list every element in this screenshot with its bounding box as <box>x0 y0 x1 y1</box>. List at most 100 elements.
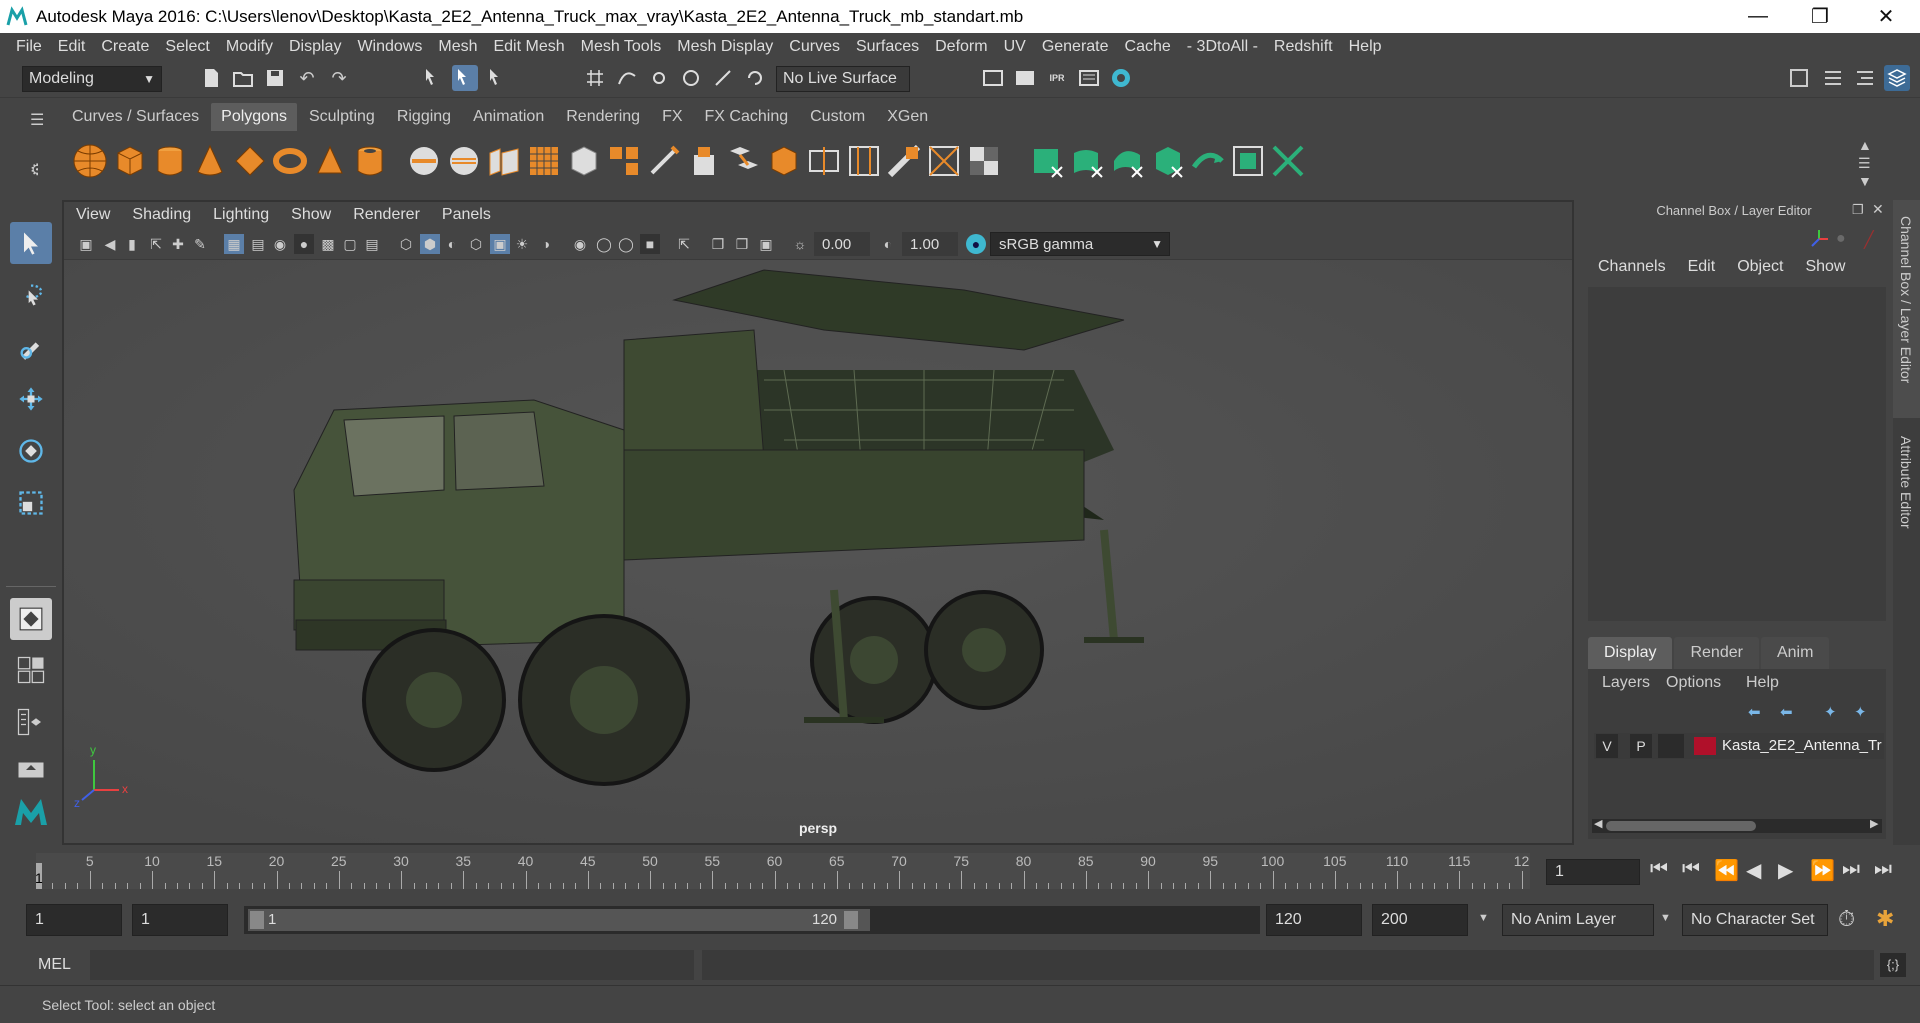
grid-toggle-icon[interactable]: ▦ <box>224 234 244 254</box>
viewport-menu-show[interactable]: Show <box>291 206 331 224</box>
uv-editor-icon[interactable] <box>1228 141 1268 181</box>
animation-end-field[interactable]: 200 <box>1372 904 1468 936</box>
bridge-icon[interactable] <box>724 141 764 181</box>
step-forward-frame-icon[interactable]: ⏭ <box>1842 858 1866 883</box>
close-icon[interactable]: ✕ <box>1858 0 1914 33</box>
view-transform-dropdown[interactable]: sRGB gamma ▼ <box>990 232 1170 256</box>
script-language-label[interactable]: MEL <box>38 956 71 974</box>
cut-uv-edges-icon[interactable] <box>1268 141 1308 181</box>
bevel-icon[interactable] <box>604 141 644 181</box>
exposure-field[interactable]: 0.00 <box>814 232 870 256</box>
poly-pyramid-icon[interactable] <box>310 141 350 181</box>
use-all-lights-icon[interactable]: ☀ <box>512 234 532 254</box>
xray-components-icon[interactable]: ▣ <box>756 234 776 254</box>
command-input[interactable] <box>90 950 694 980</box>
minimize-icon[interactable]: — <box>1730 0 1786 33</box>
menu-display[interactable]: Display <box>281 38 349 56</box>
step-back-key-icon[interactable]: ⏪ <box>1714 858 1739 883</box>
channel-box-menu-object[interactable]: Object <box>1737 258 1783 282</box>
shelf-tab-animation[interactable]: Animation <box>463 103 554 131</box>
shelf-tab-custom[interactable]: Custom <box>800 103 875 131</box>
menu-help[interactable]: Help <box>1341 38 1390 56</box>
film-gate-icon[interactable]: ▤ <box>248 234 268 254</box>
shelf-tab-polygons[interactable]: Polygons <box>211 103 297 131</box>
default-material-icon[interactable]: ◐ <box>442 234 462 254</box>
shadows-icon[interactable]: ◑ <box>536 234 556 254</box>
undo-icon[interactable]: ↶ <box>294 65 320 91</box>
shelf-scroll-up-icon[interactable]: ▲ <box>1858 137 1872 153</box>
bookmark-icon[interactable]: ▮ <box>122 234 142 254</box>
channel-box-menu-channels[interactable]: Channels <box>1598 258 1666 282</box>
select-tool-icon[interactable] <box>10 222 52 264</box>
hypershade-icon[interactable] <box>1108 65 1134 91</box>
cylindrical-uv-icon[interactable] <box>1068 141 1108 181</box>
snap-grid-icon[interactable] <box>582 65 608 91</box>
poly-pipe-icon[interactable] <box>350 141 390 181</box>
2d-pan-zoom-icon[interactable]: ✚ <box>168 234 188 254</box>
side-tab-channel-box[interactable]: Channel Box / Layer Editor <box>1898 216 1914 383</box>
range-slider-track[interactable]: 1 120 <box>244 906 1260 934</box>
menu-modify[interactable]: Modify <box>218 38 281 56</box>
scale-tool-icon[interactable] <box>10 482 52 524</box>
lasso-tool-icon[interactable] <box>10 274 52 316</box>
menu-file[interactable]: File <box>8 38 50 56</box>
menu-mesh-tools[interactable]: Mesh Tools <box>573 38 670 56</box>
current-frame-field[interactable]: 1 <box>1546 859 1640 885</box>
play-forwards-icon[interactable]: ▶ <box>1778 858 1802 883</box>
range-start-handle[interactable] <box>250 911 264 929</box>
channel-box-menu-show[interactable]: Show <box>1805 258 1845 282</box>
animation-preferences-icon[interactable]: ✱ <box>1876 906 1894 932</box>
gate-mask-icon[interactable]: ● <box>294 234 314 254</box>
side-tab-attribute-editor[interactable]: Attribute Editor <box>1898 436 1914 529</box>
poly-plane-icon[interactable] <box>230 141 270 181</box>
xray-joints-icon[interactable]: ❐ <box>732 234 752 254</box>
menu-select[interactable]: Select <box>157 38 217 56</box>
poly-cube-icon[interactable] <box>110 141 150 181</box>
menu-generate[interactable]: Generate <box>1034 38 1117 56</box>
menu-deform[interactable]: Deform <box>927 38 995 56</box>
target-weld-icon[interactable] <box>924 141 964 181</box>
camera-attributes-icon[interactable]: ◀ <box>100 234 120 254</box>
character-set-chevron-icon[interactable]: ▼ <box>1660 912 1671 924</box>
spherical-uv-icon[interactable] <box>1108 141 1148 181</box>
combine-icon[interactable] <box>404 141 444 181</box>
viewport-menu-renderer[interactable]: Renderer <box>353 206 420 224</box>
close-panel-icon[interactable]: ✕ <box>1872 201 1884 218</box>
append-polygon-icon[interactable] <box>764 141 804 181</box>
render-settings-icon[interactable] <box>1076 65 1102 91</box>
snap-view-plane-icon[interactable] <box>678 65 704 91</box>
automatic-uv-icon[interactable] <box>1148 141 1188 181</box>
layer-menu-options[interactable]: Options <box>1666 674 1721 692</box>
gamma-icon[interactable]: ◐ <box>878 234 898 254</box>
playback-end-field[interactable]: 120 <box>1266 904 1362 936</box>
snap-together-icon[interactable] <box>742 65 768 91</box>
layer-display-type[interactable] <box>1658 734 1684 758</box>
script-editor-icon[interactable]: {;} <box>1880 953 1906 977</box>
snap-live-icon[interactable] <box>710 65 736 91</box>
planar-uv-icon[interactable] <box>1028 141 1068 181</box>
persp-graph-layout-icon[interactable] <box>10 756 52 784</box>
rotate-tool-icon[interactable] <box>10 430 52 472</box>
textured-icon[interactable]: ▣ <box>490 234 510 254</box>
render-view-icon[interactable] <box>980 65 1006 91</box>
exposure-icon[interactable]: ☼ <box>790 234 810 254</box>
move-layer-down-icon[interactable]: ⬅ <box>1780 703 1793 721</box>
play-backwards-icon[interactable]: ◀ <box>1746 858 1770 883</box>
3d-scene[interactable]: y x z persp <box>64 260 1572 843</box>
menu-redshift[interactable]: Redshift <box>1266 38 1341 56</box>
shelf-tab-rendering[interactable]: Rendering <box>556 103 650 131</box>
average-vertices-icon[interactable] <box>564 141 604 181</box>
poly-sphere-icon[interactable] <box>70 141 110 181</box>
layer-menu-layers[interactable]: Layers <box>1602 674 1650 692</box>
shelf-tab-sculpting[interactable]: Sculpting <box>299 103 385 131</box>
select-object-icon[interactable] <box>452 65 478 91</box>
go-to-end-icon[interactable]: ⏭ <box>1874 858 1898 883</box>
shelf-tab-fx[interactable]: FX <box>652 103 692 131</box>
layer-scrollbar-thumb[interactable] <box>1606 821 1756 831</box>
shelf-tab-xgen[interactable]: XGen <box>877 103 938 131</box>
checker-uv-icon[interactable] <box>964 141 1004 181</box>
menu-mesh[interactable]: Mesh <box>430 38 485 56</box>
anim-layer-dropdown[interactable]: No Anim Layer <box>1502 904 1654 936</box>
step-back-frame-icon[interactable]: ⏮ <box>1682 858 1706 883</box>
wireframe-on-shaded-icon[interactable]: ⬡ <box>466 234 486 254</box>
